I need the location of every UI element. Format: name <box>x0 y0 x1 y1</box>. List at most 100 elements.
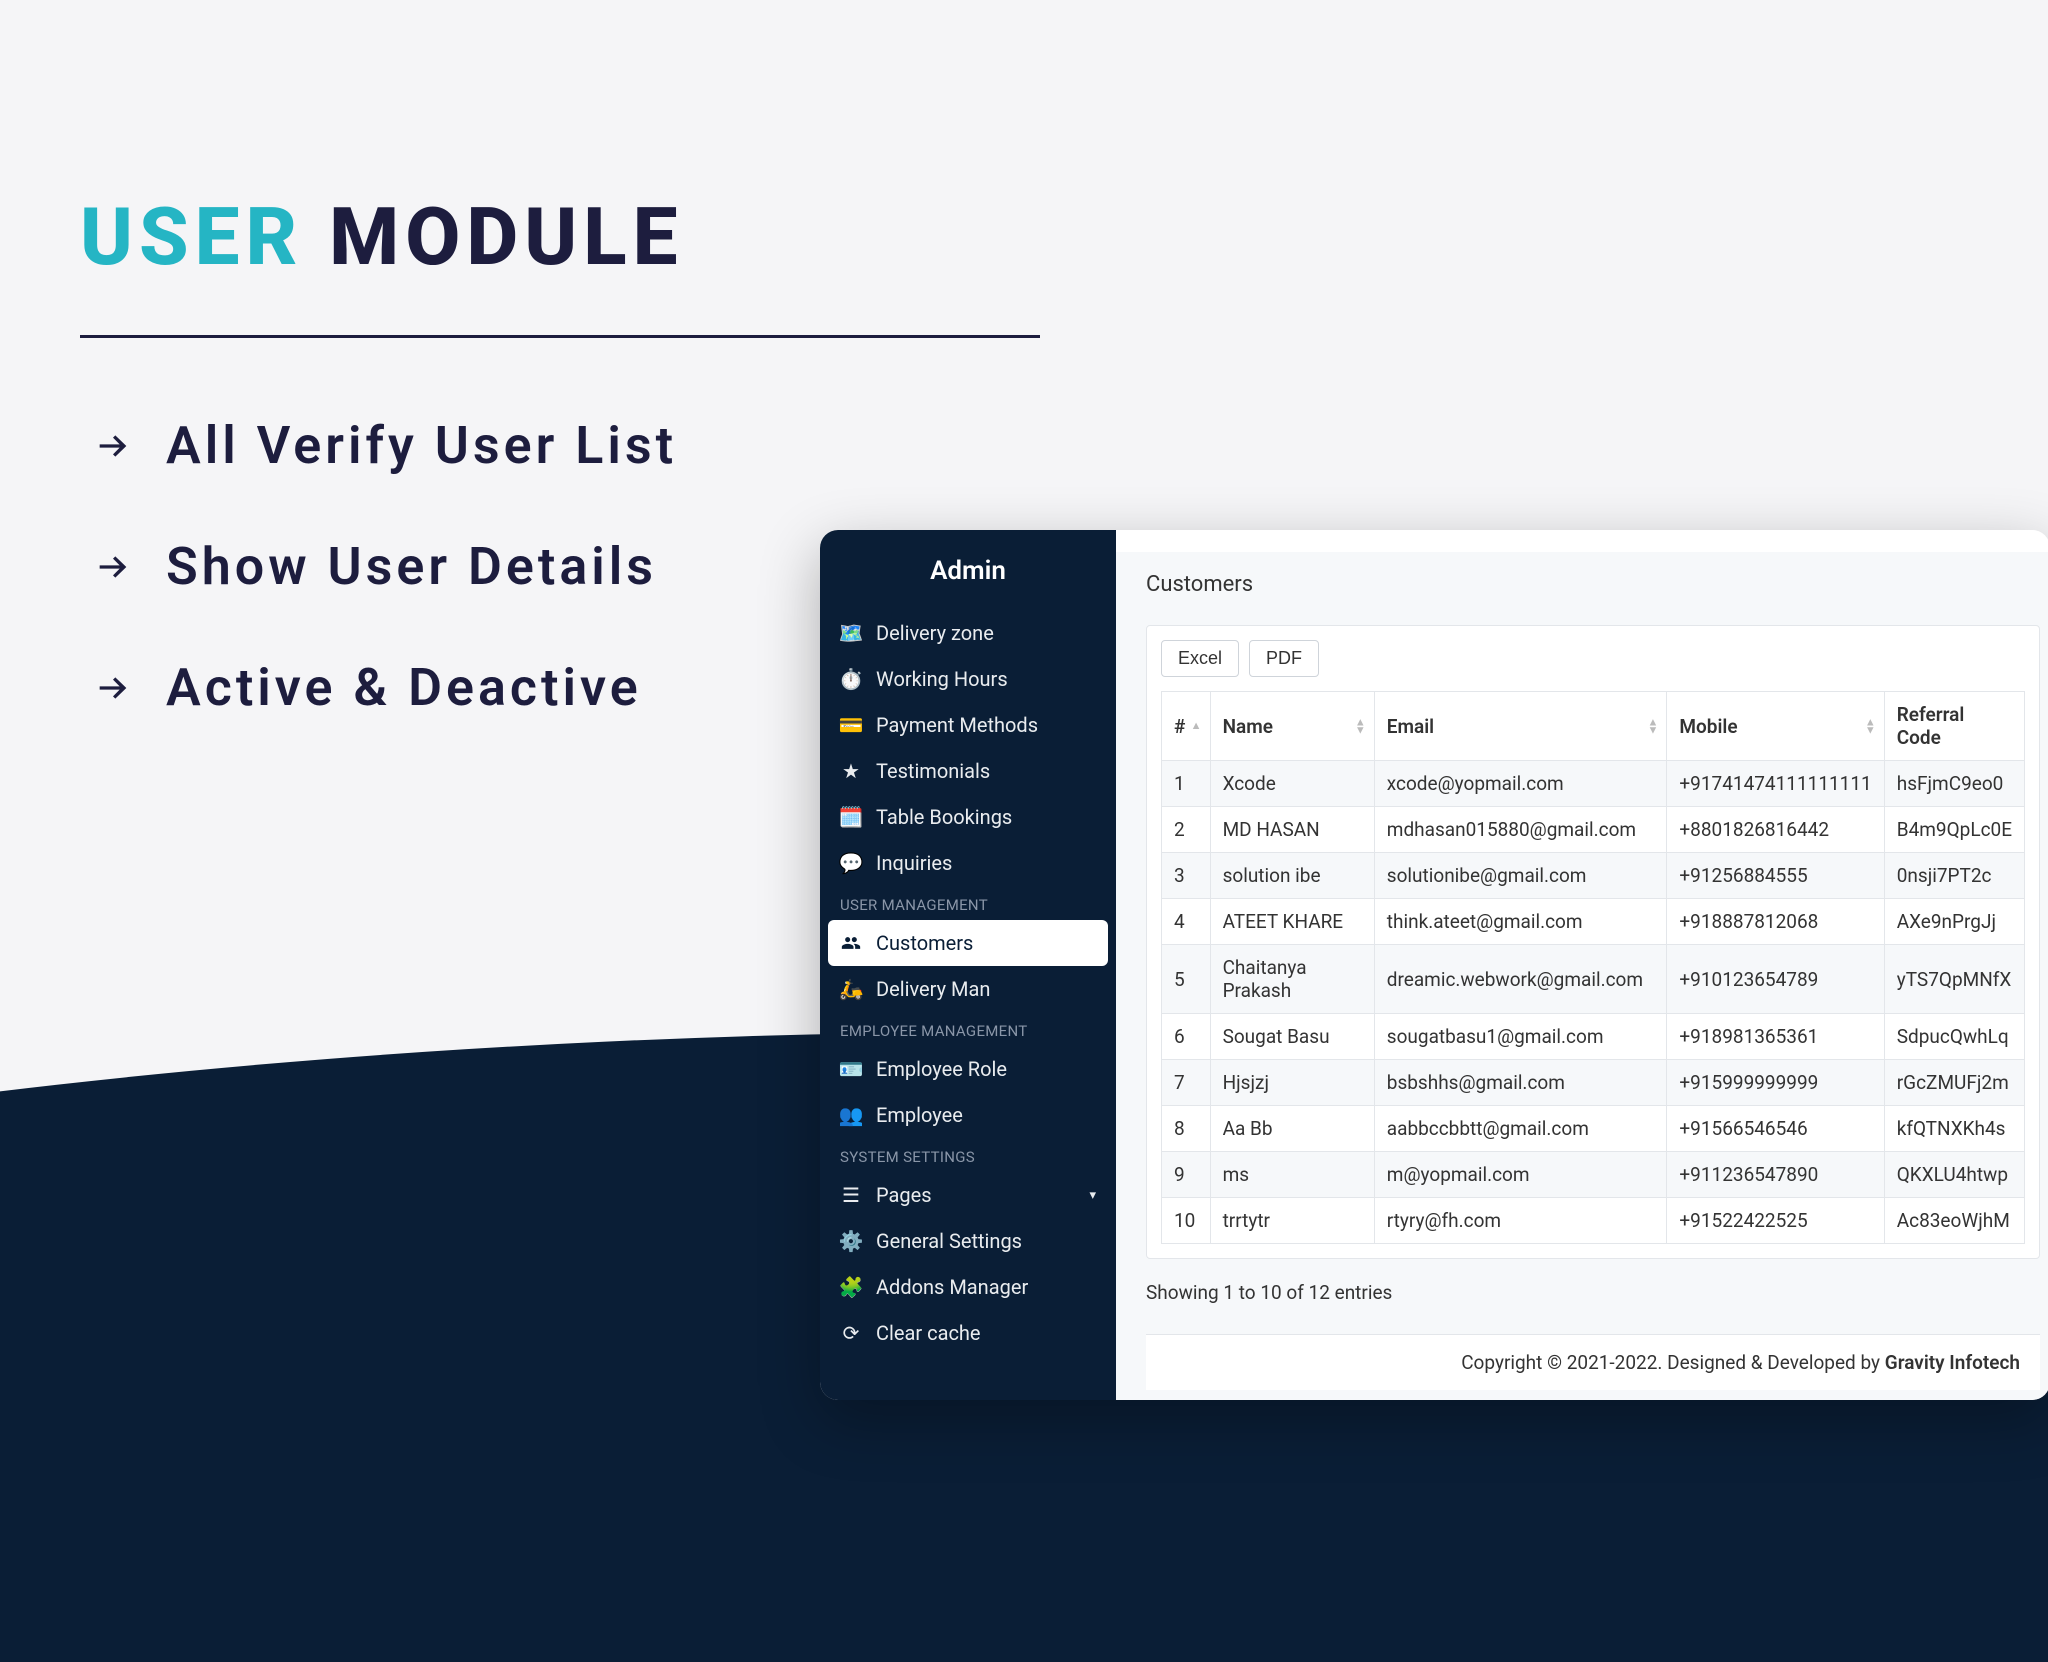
sidebar-item-working-hours[interactable]: ⏱️ Working Hours <box>820 656 1116 702</box>
customers-table: #▲ Name▲▼ Email▲▼ Mobile▲▼ Referral Code… <box>1161 691 2025 1244</box>
cell-name: Hjsjzj <box>1210 1060 1374 1106</box>
sidebar-item-testimonials[interactable]: ★ Testimonials <box>820 748 1116 794</box>
list-icon: ☰ <box>840 1184 862 1206</box>
sidebar-item-label: Payment Methods <box>876 713 1038 737</box>
section-system-settings: SYSTEM SETTINGS <box>820 1138 1116 1172</box>
sidebar-item-inquiries[interactable]: 💬 Inquiries <box>820 840 1116 886</box>
cell-email: think.ateet@gmail.com <box>1374 899 1667 945</box>
sort-icon: ▲▼ <box>1648 718 1659 733</box>
gear-icon: ⚙️ <box>840 1230 862 1252</box>
sort-icon: ▲ <box>1191 722 1202 730</box>
table-row[interactable]: 5Chaitanya Prakashdreamic.webwork@gmail.… <box>1162 945 2025 1014</box>
cell-name: ATEET KHARE <box>1210 899 1374 945</box>
sidebar-item-delivery-zone[interactable]: 🗺️ Delivery zone <box>820 610 1116 656</box>
cell-mobile: +8801826816442 <box>1667 807 1884 853</box>
col-email[interactable]: Email▲▼ <box>1374 692 1667 761</box>
cell-referral: rGcZMUFj2m <box>1884 1060 2024 1106</box>
sidebar: Admin 🗺️ Delivery zone ⏱️ Working Hours … <box>820 530 1116 1400</box>
calendar-icon: 🗓️ <box>840 806 862 828</box>
page-title: Customers <box>1146 572 2040 597</box>
footer: Copyright © 2021-2022. Designed & Develo… <box>1146 1334 2040 1390</box>
sidebar-item-general-settings[interactable]: ⚙️ General Settings <box>820 1218 1116 1264</box>
cell-referral: SdpucQwhLq <box>1884 1014 2024 1060</box>
footer-text: Copyright © 2021-2022. Designed & Develo… <box>1461 1351 1885 1374</box>
chat-icon: 💬 <box>840 852 862 874</box>
sidebar-item-label: Working Hours <box>876 667 1008 691</box>
sidebar-item-customers[interactable]: Customers <box>828 920 1108 966</box>
sidebar-item-label: Delivery zone <box>876 621 994 645</box>
sidebar-item-addons-manager[interactable]: 🧩 Addons Manager <box>820 1264 1116 1310</box>
heading-part1: USER <box>80 190 303 284</box>
cell-name: Sougat Basu <box>1210 1014 1374 1060</box>
entries-info: Showing 1 to 10 of 12 entries <box>1146 1281 2040 1304</box>
cell-email: rtyry@fh.com <box>1374 1198 1667 1244</box>
sidebar-item-label: General Settings <box>876 1229 1022 1253</box>
col-mobile[interactable]: Mobile▲▼ <box>1667 692 1884 761</box>
sidebar-item-pages[interactable]: ☰ Pages ▾ <box>820 1172 1116 1218</box>
heading-underline <box>80 335 1040 338</box>
sidebar-item-label: Inquiries <box>876 851 952 875</box>
cell-idx: 5 <box>1162 945 1211 1014</box>
cell-referral: B4m9QpLc0E <box>1884 807 2024 853</box>
sidebar-item-table-bookings[interactable]: 🗓️ Table Bookings <box>820 794 1116 840</box>
cell-referral: QKXLU4htwp <box>1884 1152 2024 1198</box>
cell-idx: 10 <box>1162 1198 1211 1244</box>
sidebar-item-employee[interactable]: 👥 Employee <box>820 1092 1116 1138</box>
sidebar-title: Admin <box>820 544 1116 610</box>
cell-idx: 7 <box>1162 1060 1211 1106</box>
refresh-icon: ⟳ <box>840 1322 862 1344</box>
cell-mobile: +91741474111111111 <box>1667 761 1884 807</box>
admin-panel: Admin 🗺️ Delivery zone ⏱️ Working Hours … <box>820 530 2048 1400</box>
feature-label: All Verify User List <box>166 415 677 476</box>
sidebar-item-label: Table Bookings <box>876 805 1012 829</box>
col-name[interactable]: Name▲▼ <box>1210 692 1374 761</box>
feature-label: Show User Details <box>166 536 657 597</box>
users-icon: 👥 <box>840 1104 862 1126</box>
cell-name: solution ibe <box>1210 853 1374 899</box>
col-referral[interactable]: Referral Code <box>1884 692 2024 761</box>
feature-item: Show User Details <box>90 536 677 597</box>
id-icon: 🪪 <box>840 1058 862 1080</box>
page-heading: USER MODULE <box>80 190 683 284</box>
cell-idx: 9 <box>1162 1152 1211 1198</box>
footer-brand[interactable]: Gravity Infotech <box>1885 1351 2020 1374</box>
arrow-right-icon <box>90 665 136 711</box>
cell-referral: hsFjmC9eo0 <box>1884 761 2024 807</box>
export-excel-button[interactable]: Excel <box>1161 640 1239 677</box>
cell-referral: yTS7QpMNfX <box>1884 945 2024 1014</box>
table-row[interactable]: 1Xcodexcode@yopmail.com+9174147411111111… <box>1162 761 2025 807</box>
table-row[interactable]: 2MD HASANmdhasan015880@gmail.com+8801826… <box>1162 807 2025 853</box>
cell-email: aabbccbbtt@gmail.com <box>1374 1106 1667 1152</box>
sidebar-item-employee-role[interactable]: 🪪 Employee Role <box>820 1046 1116 1092</box>
export-pdf-button[interactable]: PDF <box>1249 640 1319 677</box>
cell-mobile: +918887812068 <box>1667 899 1884 945</box>
table-row[interactable]: 9msm@yopmail.com+911236547890QKXLU4htwp <box>1162 1152 2025 1198</box>
sidebar-item-clear-cache[interactable]: ⟳ Clear cache <box>820 1310 1116 1356</box>
sidebar-item-label: Delivery Man <box>876 977 990 1001</box>
topbar <box>1116 530 2048 552</box>
cell-idx: 3 <box>1162 853 1211 899</box>
sidebar-item-payment-methods[interactable]: 💳 Payment Methods <box>820 702 1116 748</box>
sidebar-item-label: Addons Manager <box>876 1275 1028 1299</box>
cell-name: ms <box>1210 1152 1374 1198</box>
feature-label: Active & Deactive <box>166 657 642 718</box>
content-area: Customers Excel PDF #▲ Name▲▼ Email▲▼ Mo… <box>1116 530 2048 1400</box>
sidebar-item-delivery-man[interactable]: 🛵 Delivery Man <box>820 966 1116 1012</box>
cell-mobile: +91566546546 <box>1667 1106 1884 1152</box>
table-row[interactable]: 6Sougat Basusougatbasu1@gmail.com+918981… <box>1162 1014 2025 1060</box>
cell-mobile: +915999999999 <box>1667 1060 1884 1106</box>
bike-icon: 🛵 <box>840 978 862 1000</box>
col-index[interactable]: #▲ <box>1162 692 1211 761</box>
sidebar-item-label: Clear cache <box>876 1321 981 1345</box>
table-row[interactable]: 7Hjsjzjbsbshhs@gmail.com+915999999999rGc… <box>1162 1060 2025 1106</box>
table-row[interactable]: 4ATEET KHAREthink.ateet@gmail.com+918887… <box>1162 899 2025 945</box>
clock-icon: ⏱️ <box>840 668 862 690</box>
arrow-right-icon <box>90 544 136 590</box>
table-row[interactable]: 10trrtytrrtyry@fh.com+91522422525Ac83eoW… <box>1162 1198 2025 1244</box>
cell-referral: AXe9nPrgJj <box>1884 899 2024 945</box>
cell-email: solutionibe@gmail.com <box>1374 853 1667 899</box>
sidebar-item-label: Testimonials <box>876 759 990 783</box>
cell-name: Xcode <box>1210 761 1374 807</box>
table-row[interactable]: 3solution ibesolutionibe@gmail.com+91256… <box>1162 853 2025 899</box>
table-row[interactable]: 8Aa Bbaabbccbbtt@gmail.com+91566546546kf… <box>1162 1106 2025 1152</box>
